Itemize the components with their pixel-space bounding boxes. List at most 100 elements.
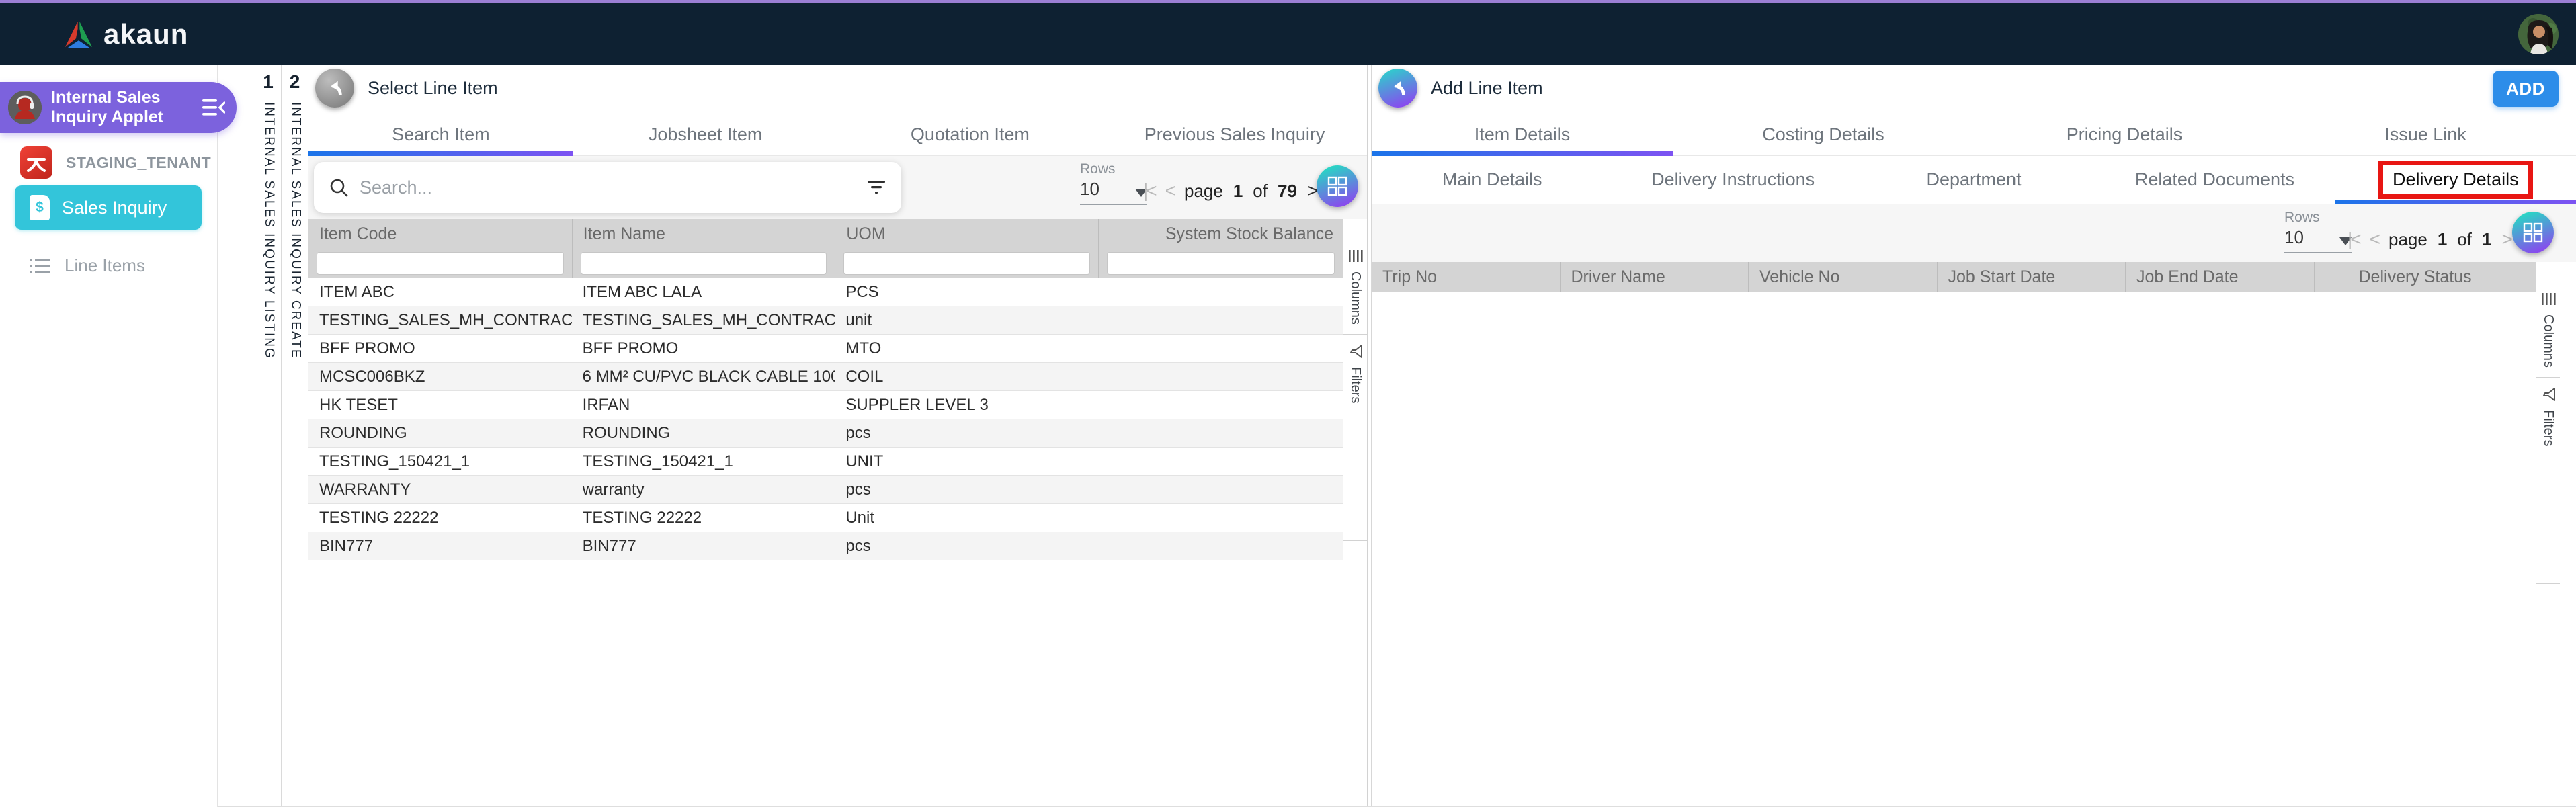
add-button[interactable]: ADD — [2493, 71, 2559, 107]
next-page-button[interactable]: > — [1307, 180, 1318, 202]
column-header[interactable]: Trip No — [1372, 262, 1560, 292]
add-line-item-panel: Add Line Item ADD Item Details Costing D… — [1371, 65, 2576, 807]
table-row[interactable]: TESTING_SALES_MH_CONTRACT TESTING_SALES_… — [308, 306, 1343, 335]
subtab-department[interactable]: Department — [1854, 156, 2094, 204]
column-header[interactable]: Vehicle No — [1748, 262, 1937, 292]
total-pages: 1 — [2481, 228, 2492, 249]
right-panel-tabs: Item Details Costing Details Pricing Det… — [1372, 114, 2576, 156]
cell-item-name: 6 MM² CU/PVC BLACK CABLE 100M — [582, 367, 835, 386]
cell-uom: pcs — [845, 480, 871, 499]
first-page-button[interactable]: |< — [1143, 180, 1157, 202]
column-header[interactable]: Job End Date — [2125, 262, 2314, 292]
workspace-tab-create[interactable]: 2 INTERNAL SALES INQUIRY CREATE — [282, 65, 308, 807]
first-page-button[interactable]: |< — [2348, 228, 2362, 250]
cell-item-name: ITEM ABC LALA — [582, 282, 702, 301]
sidebar-item-sales-inquiry[interactable]: $ Sales Inquiry — [15, 185, 202, 230]
cell-item-code: ROUNDING — [319, 423, 407, 442]
user-avatar[interactable] — [2518, 14, 2559, 54]
rows-value: 10 — [1080, 179, 1099, 199]
table-row[interactable]: WARRANTY warranty pcs — [308, 476, 1343, 504]
cell-item-name: warranty — [582, 480, 645, 499]
columns-side-tab[interactable]: Columns — [2536, 282, 2560, 378]
table-row[interactable]: BIN777 BIN777 pcs — [308, 532, 1343, 560]
tab-search-item[interactable]: Search Item — [308, 114, 573, 156]
sidebar-item-tenant[interactable]: STAGING_TENANT — [20, 146, 211, 179]
table-row[interactable]: TESTING_150421_1 TESTING_150421_1 UNIT — [308, 448, 1343, 476]
rows-label: Rows — [2284, 210, 2320, 225]
back-button[interactable] — [315, 69, 354, 108]
filter-list-icon[interactable] — [866, 179, 886, 196]
columns-side-tab[interactable]: Columns — [1343, 239, 1367, 335]
table-row[interactable]: ROUNDING ROUNDING pcs — [308, 419, 1343, 448]
tab-jobsheet-item[interactable]: Jobsheet Item — [573, 114, 838, 155]
next-page-button[interactable]: > — [2501, 228, 2512, 250]
brand-logo: akaun — [63, 18, 188, 50]
tab-item-details[interactable]: Item Details — [1372, 114, 1673, 156]
rows-per-page: Rows 10 — [2284, 210, 2352, 253]
tab-previous-sales-inquiry[interactable]: Previous Sales Inquiry — [1102, 114, 1367, 155]
left-panel-side-strip: Columns Filters — [1343, 219, 1367, 807]
cell-item-code: BFF PROMO — [319, 339, 415, 357]
table-row[interactable]: BFF PROMO BFF PROMO MTO — [308, 335, 1343, 363]
column-header[interactable]: Item Code — [308, 219, 572, 249]
columns-label: Columns — [1348, 271, 1363, 325]
cell-item-name: IRFAN — [582, 395, 630, 414]
rows-select[interactable]: 10 — [1080, 179, 1147, 205]
sidebar-item-line-items[interactable]: Line Items — [30, 255, 145, 276]
column-filter-input[interactable] — [1107, 251, 1335, 275]
grid-view-button[interactable] — [2512, 212, 2554, 253]
cell-item-code: TESTING_150421_1 — [319, 452, 470, 470]
rows-value: 10 — [2284, 227, 2304, 247]
current-page: 1 — [1233, 180, 1243, 201]
item-table-region: Item Code Item Name UOM System Stock Bal… — [308, 219, 1367, 807]
rows-select[interactable]: 10 — [2284, 227, 2352, 253]
cell-item-name: BIN777 — [582, 536, 636, 555]
back-button[interactable] — [1378, 69, 1417, 108]
search-icon — [329, 177, 349, 198]
table-row[interactable]: HK TESET IRFAN SUPPLER LEVEL 3 — [308, 391, 1343, 419]
prev-page-button[interactable]: < — [2370, 228, 2380, 250]
tab-quotation-item[interactable]: Quotation Item — [838, 114, 1103, 155]
column-header[interactable]: Item Name — [571, 219, 835, 249]
prev-page-button[interactable]: < — [1165, 180, 1176, 202]
top-app-bar: akaun — [0, 3, 2576, 65]
sales-inquiry-label: Sales Inquiry — [62, 197, 167, 218]
tab-issue-link[interactable]: Issue Link — [2275, 114, 2576, 155]
subtab-delivery-details[interactable]: Delivery Details — [2335, 156, 2576, 204]
table-row[interactable]: TESTING 22222 TESTING 22222 Unit — [308, 504, 1343, 532]
column-header[interactable]: Driver Name — [1559, 262, 1749, 292]
column-header[interactable]: System Stock Balance — [1098, 219, 1343, 249]
cell-item-name: TESTING 22222 — [582, 508, 702, 527]
column-filter-input[interactable] — [843, 251, 1091, 275]
select-line-item-panel: Select Line Item Search Item Jobsheet It… — [308, 65, 1368, 807]
column-header[interactable]: UOM — [835, 219, 1098, 249]
column-header[interactable]: Job Start Date — [1936, 262, 2126, 292]
left-panel-tabs: Search Item Jobsheet Item Quotation Item… — [308, 114, 1367, 156]
filters-label: Filters — [1348, 366, 1363, 404]
cell-uom: UNIT — [845, 452, 884, 470]
sidebar-collapse-icon[interactable] — [200, 94, 227, 121]
tab-pricing-details[interactable]: Pricing Details — [1974, 114, 2275, 155]
cell-item-code: MCSC006BKZ — [319, 367, 425, 386]
table-row[interactable]: ITEM ABC ITEM ABC LALA PCS — [308, 278, 1343, 306]
line-items-label: Line Items — [65, 255, 145, 275]
filters-side-tab[interactable]: Filters — [2536, 378, 2560, 457]
sales-inquiry-document-icon: $ — [30, 195, 50, 220]
filters-label: Filters — [2541, 409, 2556, 447]
column-header[interactable]: Delivery Status — [2313, 262, 2536, 292]
grid-view-button[interactable] — [1317, 165, 1358, 207]
subtab-delivery-instructions[interactable]: Delivery Instructions — [1612, 156, 1853, 204]
filters-side-tab[interactable]: Filters — [1343, 335, 1367, 414]
list-icon — [30, 258, 50, 274]
workspace-tab-listing[interactable]: 1 INTERNAL SALES INQUIRY LISTING — [255, 65, 282, 807]
search-input[interactable] — [360, 177, 856, 198]
sidebar-applet-header[interactable]: Internal Sales Inquiry Applet — [0, 82, 237, 133]
subtab-related-documents[interactable]: Related Documents — [2094, 156, 2335, 204]
subtab-main-details[interactable]: Main Details — [1372, 156, 1612, 204]
of-word: of — [2457, 228, 2472, 249]
side-strip-empty — [1343, 413, 1367, 542]
column-filter-input[interactable] — [317, 251, 564, 275]
column-filter-input[interactable] — [580, 251, 827, 275]
table-row[interactable]: MCSC006BKZ 6 MM² CU/PVC BLACK CABLE 100M… — [308, 363, 1343, 391]
tab-costing-details[interactable]: Costing Details — [1673, 114, 1974, 155]
